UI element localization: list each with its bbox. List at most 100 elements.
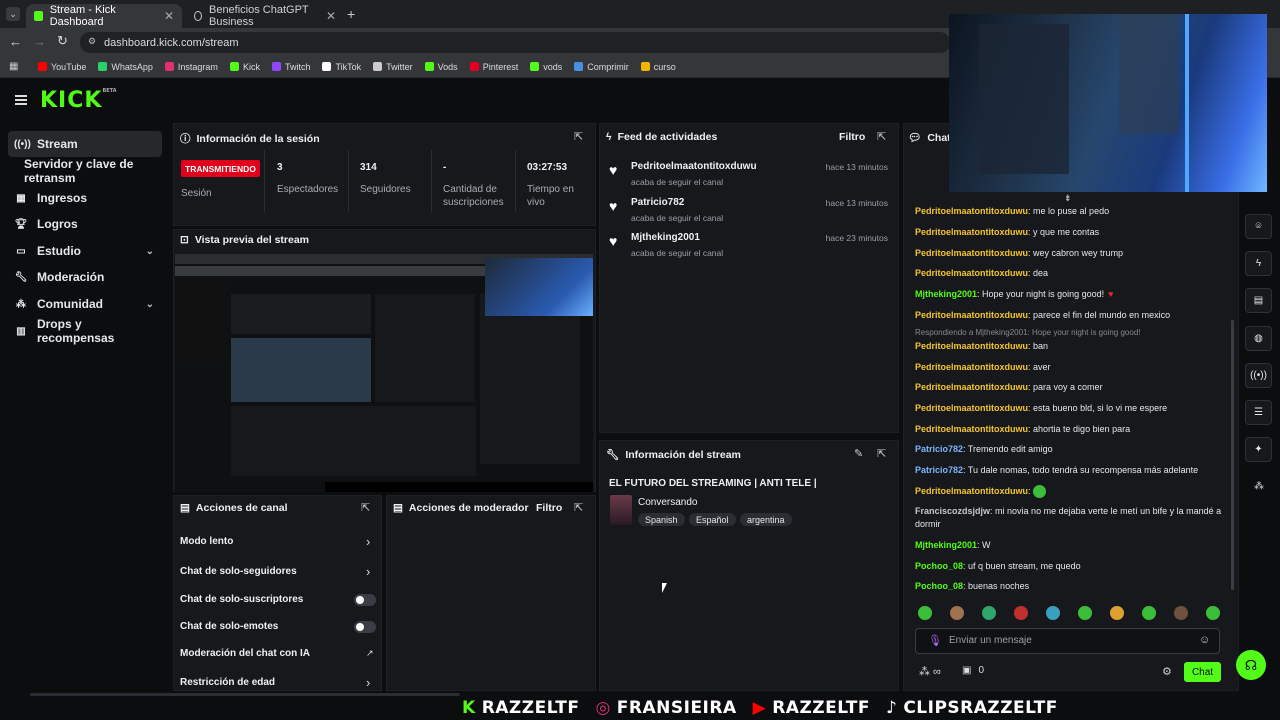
sidebar-item-3[interactable]: 🏆︎ Logros [8, 211, 162, 237]
bookmark-item[interactable]: WhatsApp [98, 62, 153, 72]
tag-spanish[interactable]: Spanish [638, 513, 685, 526]
bookmark-item[interactable]: Instagram [164, 62, 218, 72]
sidebar-item-7[interactable]: ▥ Drops y recompensas [8, 317, 162, 345]
bookmark-item[interactable]: Vods [424, 62, 458, 72]
toggle-switch[interactable] [354, 594, 376, 606]
menu-hamburger-icon[interactable] [15, 95, 27, 105]
mic-icon[interactable]: 🎙︎ [928, 634, 942, 647]
tag-espanol[interactable]: Español [689, 513, 736, 526]
tab-kick-dashboard[interactable]: Stream - Kick Dashboard ✕ [26, 4, 182, 28]
sidebar-item-6[interactable]: ⁂ Comunidad ⌄ [8, 291, 162, 317]
bookmark-item[interactable]: Pinterest [469, 62, 518, 72]
tab-search-icon[interactable]: ⌄ [6, 7, 20, 21]
reload-icon[interactable]: ↻ [57, 33, 68, 49]
emote-icon[interactable] [918, 606, 932, 620]
chat-scrollbar[interactable] [1231, 320, 1234, 590]
chat-username[interactable]: Pedritoelmaatontitoxduwu [915, 206, 1028, 216]
site-info-icon[interactable]: ⚙ [88, 36, 96, 47]
bookmark-item[interactable]: curso [640, 62, 676, 72]
scroll-handle-icon[interactable]: ⇟ [1064, 193, 1072, 204]
chat-username[interactable]: Mjtheking2001 [915, 289, 977, 299]
popout-icon[interactable]: ⇱ [574, 130, 583, 143]
chat-username[interactable]: Mjtheking2001 [915, 540, 977, 550]
forward-icon[interactable]: → [33, 34, 46, 49]
emoji-icon[interactable]: ☺ [1199, 634, 1210, 646]
rail-lightning-icon[interactable]: ϟ [1245, 251, 1272, 276]
emote-icon[interactable] [1078, 606, 1092, 620]
emote-icon[interactable] [1142, 606, 1156, 620]
rail-broadcast-icon[interactable]: ((•)) [1245, 363, 1272, 388]
chevron-right-icon[interactable]: › [366, 675, 370, 690]
close-icon[interactable]: ✕ [326, 9, 336, 23]
channel-action-item[interactable]: Chat de solo-suscriptores [180, 594, 303, 605]
chat-username[interactable]: Pedritoelmaatontitoxduwu [915, 424, 1028, 434]
rail-server-icon[interactable]: ☰ [1245, 400, 1272, 425]
feed-user[interactable]: Pedritoelmaatontitoxduwu [631, 161, 757, 172]
sidebar-item-5[interactable]: 🔧︎ Moderación [8, 264, 162, 290]
chat-username[interactable]: Pedritoelmaatontitoxduwu [915, 227, 1028, 237]
bookmark-item[interactable]: Twitch [271, 62, 310, 72]
channel-action-item[interactable]: Chat de solo-emotes [180, 621, 278, 632]
chat-username[interactable]: Pochoo_08 [915, 581, 963, 591]
tab-chatgpt[interactable]: Beneficios ChatGPT Business ✕ [186, 4, 344, 28]
chat-username[interactable]: Pedritoelmaatontitoxduwu [915, 268, 1028, 278]
popout-icon[interactable]: ⇱ [361, 501, 370, 514]
toggle-switch[interactable] [354, 621, 376, 633]
points-display[interactable]: ⁂ ∞ [919, 665, 941, 679]
feed-filter-button[interactable]: Filtro [839, 131, 865, 143]
chat-username[interactable]: Pedritoelmaatontitoxduwu [915, 486, 1028, 496]
emote-icon[interactable] [1046, 606, 1060, 620]
kick-logo[interactable]: KICKBETA [40, 88, 117, 113]
edit-pencil-icon[interactable]: ✎ [854, 447, 863, 460]
popout-icon[interactable]: ⇱ [877, 130, 886, 143]
rail-camera-icon[interactable]: ⌾ [1245, 214, 1272, 239]
channel-action-item[interactable]: Chat de solo-seguidores [180, 566, 297, 577]
chat-username[interactable]: Pochoo_08 [915, 561, 963, 571]
chat-input[interactable]: 🎙︎ Enviar un mensaje ☺ [915, 628, 1220, 654]
tag-argentina[interactable]: argentina [740, 513, 792, 526]
emote-icon[interactable] [982, 606, 996, 620]
rail-document-icon[interactable]: ▤ [1245, 288, 1272, 313]
channel-action-item[interactable]: Modo lento [180, 536, 233, 547]
emote-icon[interactable] [950, 606, 964, 620]
sidebar-item-0[interactable]: ((•)) Stream [8, 131, 162, 157]
chat-username[interactable]: Pedritoelmaatontitoxduwu [915, 403, 1028, 413]
channel-action-item[interactable]: Moderación del chat con IA [180, 648, 310, 659]
bookmark-item[interactable]: YouTube [38, 62, 86, 72]
emote-icon[interactable] [1110, 606, 1124, 620]
url-input[interactable]: ⚙ dashboard.kick.com/stream [80, 32, 950, 53]
page-scrollbar[interactable] [30, 693, 460, 696]
bookmark-item[interactable]: Comprimir [574, 62, 629, 72]
external-link-icon[interactable]: ↗ [366, 648, 374, 659]
bookmark-item[interactable]: Twitter [373, 62, 413, 72]
chat-username[interactable]: Pedritoelmaatontitoxduwu [915, 248, 1028, 258]
channel-action-item[interactable]: Restricción de edad [180, 677, 275, 688]
chat-send-button[interactable]: Chat [1184, 662, 1221, 682]
sidebar-item-2[interactable]: ▦ Ingresos [8, 185, 162, 211]
feed-user[interactable]: Mjtheking2001 [631, 232, 700, 243]
chevron-right-icon[interactable]: › [366, 564, 370, 579]
chat-username[interactable]: Pedritoelmaatontitoxduwu [915, 362, 1028, 372]
gift-display[interactable]: ▣ 0 [962, 665, 984, 676]
chat-username[interactable]: Patricio782 [915, 465, 963, 475]
rail-chat-icon[interactable]: ◍ [1245, 326, 1272, 351]
sidebar-item-4[interactable]: ▭ Estudio ⌄ [8, 238, 162, 264]
stream-preview-video[interactable] [175, 254, 593, 492]
chat-username[interactable]: Pedritoelmaatontitoxduwu [915, 382, 1028, 392]
popout-icon[interactable]: ⇱ [574, 501, 583, 514]
chat-username[interactable]: Pedritoelmaatontitoxduwu [915, 341, 1028, 351]
chat-username[interactable]: Pedritoelmaatontitoxduwu [915, 310, 1028, 320]
emote-icon[interactable] [1174, 606, 1188, 620]
bookmark-item[interactable]: vods [530, 62, 562, 72]
close-icon[interactable]: ✕ [164, 9, 174, 23]
chevron-right-icon[interactable]: › [366, 534, 370, 549]
chat-settings-icon[interactable]: ⚙ [1162, 665, 1172, 678]
chat-username[interactable]: Franciscozdsjdjw [915, 506, 990, 516]
support-headset-icon[interactable]: ☊ [1236, 650, 1266, 680]
emote-icon[interactable] [1014, 606, 1028, 620]
back-icon[interactable]: ← [9, 34, 22, 49]
chat-username[interactable]: Patricio782 [915, 444, 963, 454]
sidebar-item-1[interactable]: Servidor y clave de retransm [8, 157, 178, 185]
popout-icon[interactable]: ⇱ [877, 447, 886, 460]
mod-filter-button[interactable]: Filtro [536, 502, 562, 514]
